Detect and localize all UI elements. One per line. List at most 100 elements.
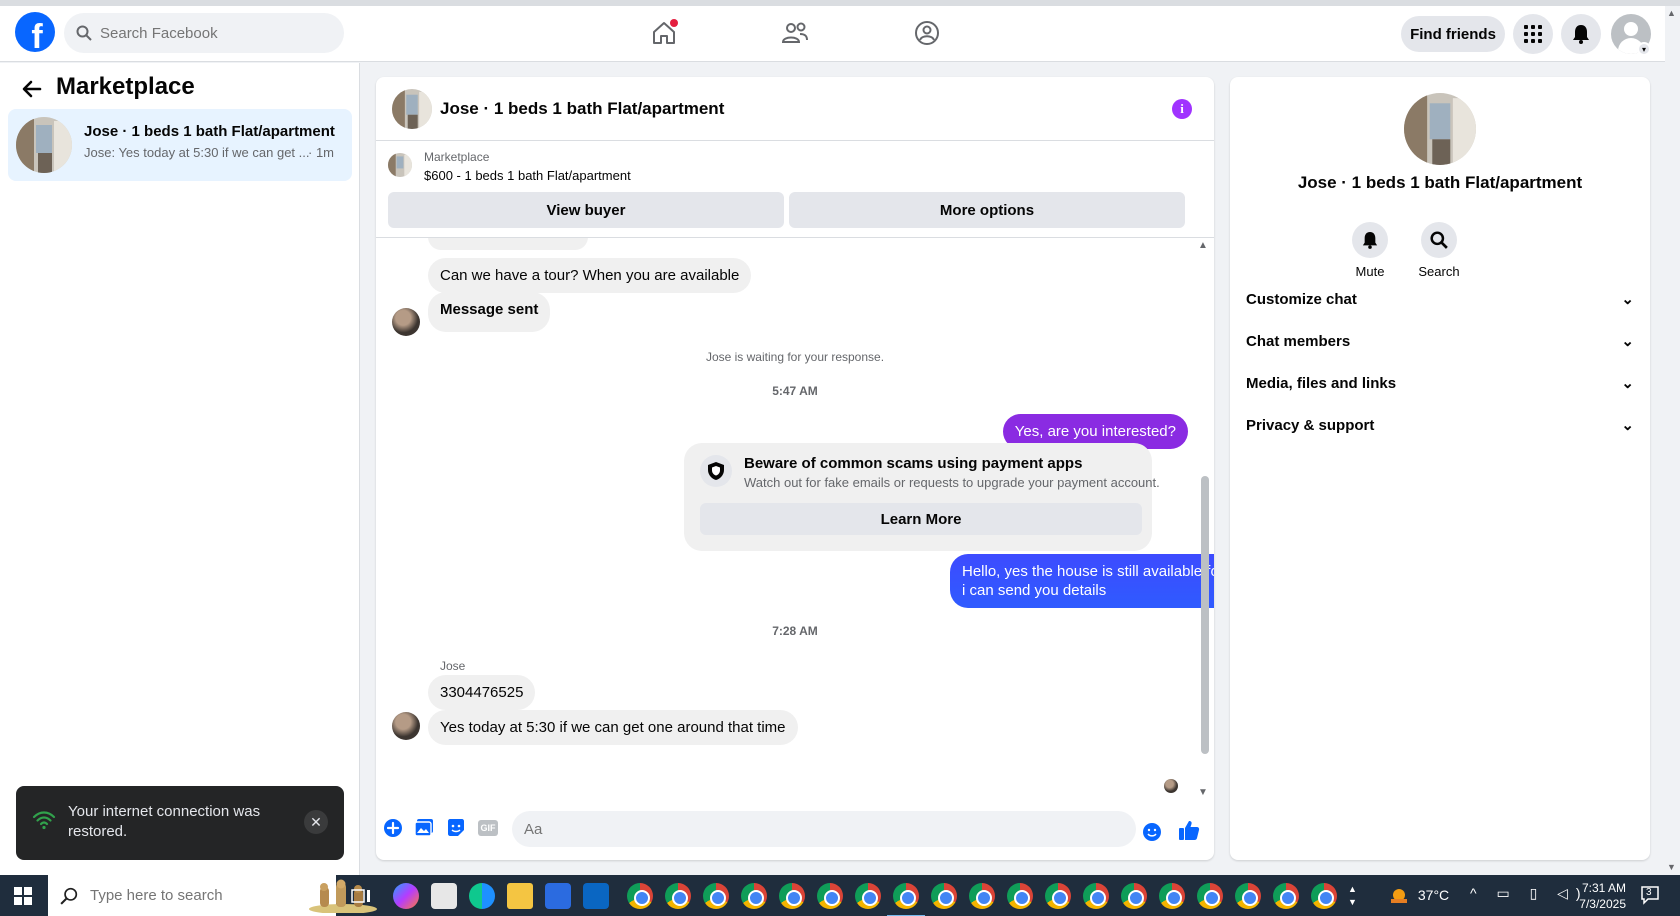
chrome-icon[interactable] <box>741 883 767 909</box>
temperature: 37°C <box>1417 887 1450 903</box>
chrome-icon[interactable] <box>627 883 653 909</box>
chrome-icon[interactable] <box>1311 883 1337 909</box>
row-label: Privacy & support <box>1246 416 1375 434</box>
chrome-icon[interactable] <box>969 883 995 909</box>
chrome-icon[interactable] <box>887 883 925 916</box>
chrome-icon[interactable] <box>1045 883 1071 909</box>
seen-indicator-avatar <box>1164 779 1178 793</box>
back-arrow-icon[interactable] <box>20 77 44 101</box>
search-action[interactable]: Search <box>1403 222 1475 279</box>
chrome-icon[interactable] <box>703 883 729 909</box>
learn-more-button[interactable]: Learn More <box>700 503 1142 535</box>
sticker-icon[interactable] <box>445 817 467 839</box>
chat-title[interactable]: Jose · 1 beds 1 bath Flat/apartment <box>440 99 724 119</box>
info-icon[interactable]: i <box>1172 99 1192 119</box>
windows-start-icon[interactable] <box>14 887 32 905</box>
chevron-down-icon[interactable]: ▾ <box>1637 42 1651 56</box>
chat-scrollbar[interactable] <box>1201 476 1209 754</box>
chrome-icon[interactable] <box>1273 883 1299 909</box>
search-input[interactable] <box>100 24 320 42</box>
clock[interactable]: 7:31 AM 7/3/2025 <box>1566 880 1626 912</box>
privacy-support-row[interactable]: Privacy & support ⌄ <box>1246 407 1634 443</box>
weather-widget[interactable]: 37°C <box>1388 887 1449 905</box>
scroll-up-arrow[interactable]: ▲ <box>1667 8 1676 18</box>
chrome-icon[interactable] <box>1235 883 1261 909</box>
waiting-note: Jose is waiting for your response. <box>705 350 885 364</box>
search-icon <box>76 25 92 41</box>
chrome-icon[interactable] <box>1121 883 1147 909</box>
chrome-icon[interactable] <box>665 883 691 909</box>
file-explorer-icon[interactable] <box>507 883 533 909</box>
nav-friends[interactable] <box>778 16 812 50</box>
nav-groups[interactable] <box>910 16 944 50</box>
top-navigation-bar: f Find friends ▾ <box>0 6 1665 62</box>
conversation-name: Jose · 1 beds 1 bath Flat/apartment <box>84 123 335 140</box>
page-scrollbar[interactable]: ▲ ▼ <box>1665 6 1680 875</box>
plus-circle-icon[interactable] <box>382 817 404 839</box>
customize-chat-row[interactable]: Customize chat ⌄ <box>1246 281 1634 317</box>
view-buyer-button[interactable]: View buyer <box>388 192 784 228</box>
photo-icon[interactable] <box>413 817 435 839</box>
message-bubble-partial <box>428 238 588 250</box>
chrome-icon[interactable] <box>1007 883 1033 909</box>
contact-avatar <box>392 712 420 740</box>
gif-label: GIF <box>478 820 498 836</box>
scroll-up-arrow[interactable]: ▲ <box>1198 240 1208 251</box>
scroll-down-arrow[interactable]: ▼ <box>1198 787 1208 798</box>
wifi-icon <box>32 811 56 830</box>
contact-avatar <box>392 308 420 336</box>
sender-name: Jose <box>440 659 466 673</box>
chrome-icon[interactable] <box>817 883 843 909</box>
chrome-icon[interactable] <box>1159 883 1185 909</box>
facebook-search[interactable] <box>64 13 344 53</box>
gif-icon[interactable]: GIF <box>477 817 499 839</box>
facebook-logo[interactable]: f <box>15 12 55 52</box>
message-input[interactable] <box>512 811 1136 847</box>
chat-members-row[interactable]: Chat members ⌄ <box>1246 323 1634 359</box>
weather-icon <box>1391 889 1407 904</box>
scam-warning-title: Beware of common scams using payment app… <box>744 455 1083 472</box>
media-files-row[interactable]: Media, files and links ⌄ <box>1246 365 1634 401</box>
time: 7:31 AM <box>1581 881 1626 895</box>
thumbs-up-icon[interactable] <box>1178 819 1200 841</box>
mute-action[interactable]: Mute <box>1334 222 1406 279</box>
grid-menu-icon <box>1524 25 1542 43</box>
chrome-icon[interactable] <box>1083 883 1109 909</box>
edge-icon[interactable] <box>469 883 495 909</box>
row-label: Media, files and links <box>1246 374 1397 392</box>
menu-button[interactable] <box>1513 14 1553 54</box>
chrome-icon[interactable] <box>779 883 805 909</box>
conversation-item[interactable]: Jose · 1 beds 1 bath Flat/apartment Jose… <box>8 109 352 181</box>
listing-thumbnail <box>392 89 432 129</box>
close-icon[interactable]: ✕ <box>304 810 328 834</box>
listing-price[interactable]: $600 - 1 beds 1 bath Flat/apartment <box>424 168 631 183</box>
listing-thumbnail <box>16 117 72 173</box>
row-label: Chat members <box>1246 332 1351 350</box>
scroll-down-arrow[interactable]: ▼ <box>1667 862 1676 872</box>
nav-home[interactable] <box>647 16 681 50</box>
store-icon[interactable] <box>545 883 571 909</box>
conversation-preview: Jose: Yes today at 5:30 if we can get ..… <box>84 145 310 160</box>
taskbar-search-input[interactable] <box>90 887 240 904</box>
more-options-button[interactable]: More options <box>789 192 1185 228</box>
emoji-icon[interactable] <box>1141 821 1163 843</box>
task-view-icon[interactable] <box>348 883 374 909</box>
chevron-down-icon: ⌄ <box>1621 291 1634 308</box>
chevron-down-icon: ⌄ <box>1621 417 1634 434</box>
notification-center-icon[interactable]: 3 <box>1640 885 1660 905</box>
find-friends-button[interactable]: Find friends <box>1401 16 1505 52</box>
taskbar-overflow-arrows[interactable]: ▲ ▼ <box>1348 883 1360 909</box>
message-bubble: 3304476525 <box>428 675 536 710</box>
copilot-icon[interactable] <box>393 883 419 909</box>
chrome-icon[interactable] <box>855 883 881 909</box>
toast-message: Your internet connection was restored. <box>68 803 261 840</box>
app-icon[interactable] <box>431 883 457 909</box>
notifications-button[interactable] <box>1561 14 1601 54</box>
message-bubble: Yes today at 5:30 if we can get one arou… <box>428 710 798 745</box>
shield-icon <box>700 455 732 487</box>
chrome-icon[interactable] <box>931 883 957 909</box>
chrome-icon[interactable] <box>1197 883 1223 909</box>
outlook-icon[interactable] <box>583 883 609 909</box>
bell-icon <box>1352 222 1388 258</box>
taskbar-search[interactable] <box>48 875 377 916</box>
